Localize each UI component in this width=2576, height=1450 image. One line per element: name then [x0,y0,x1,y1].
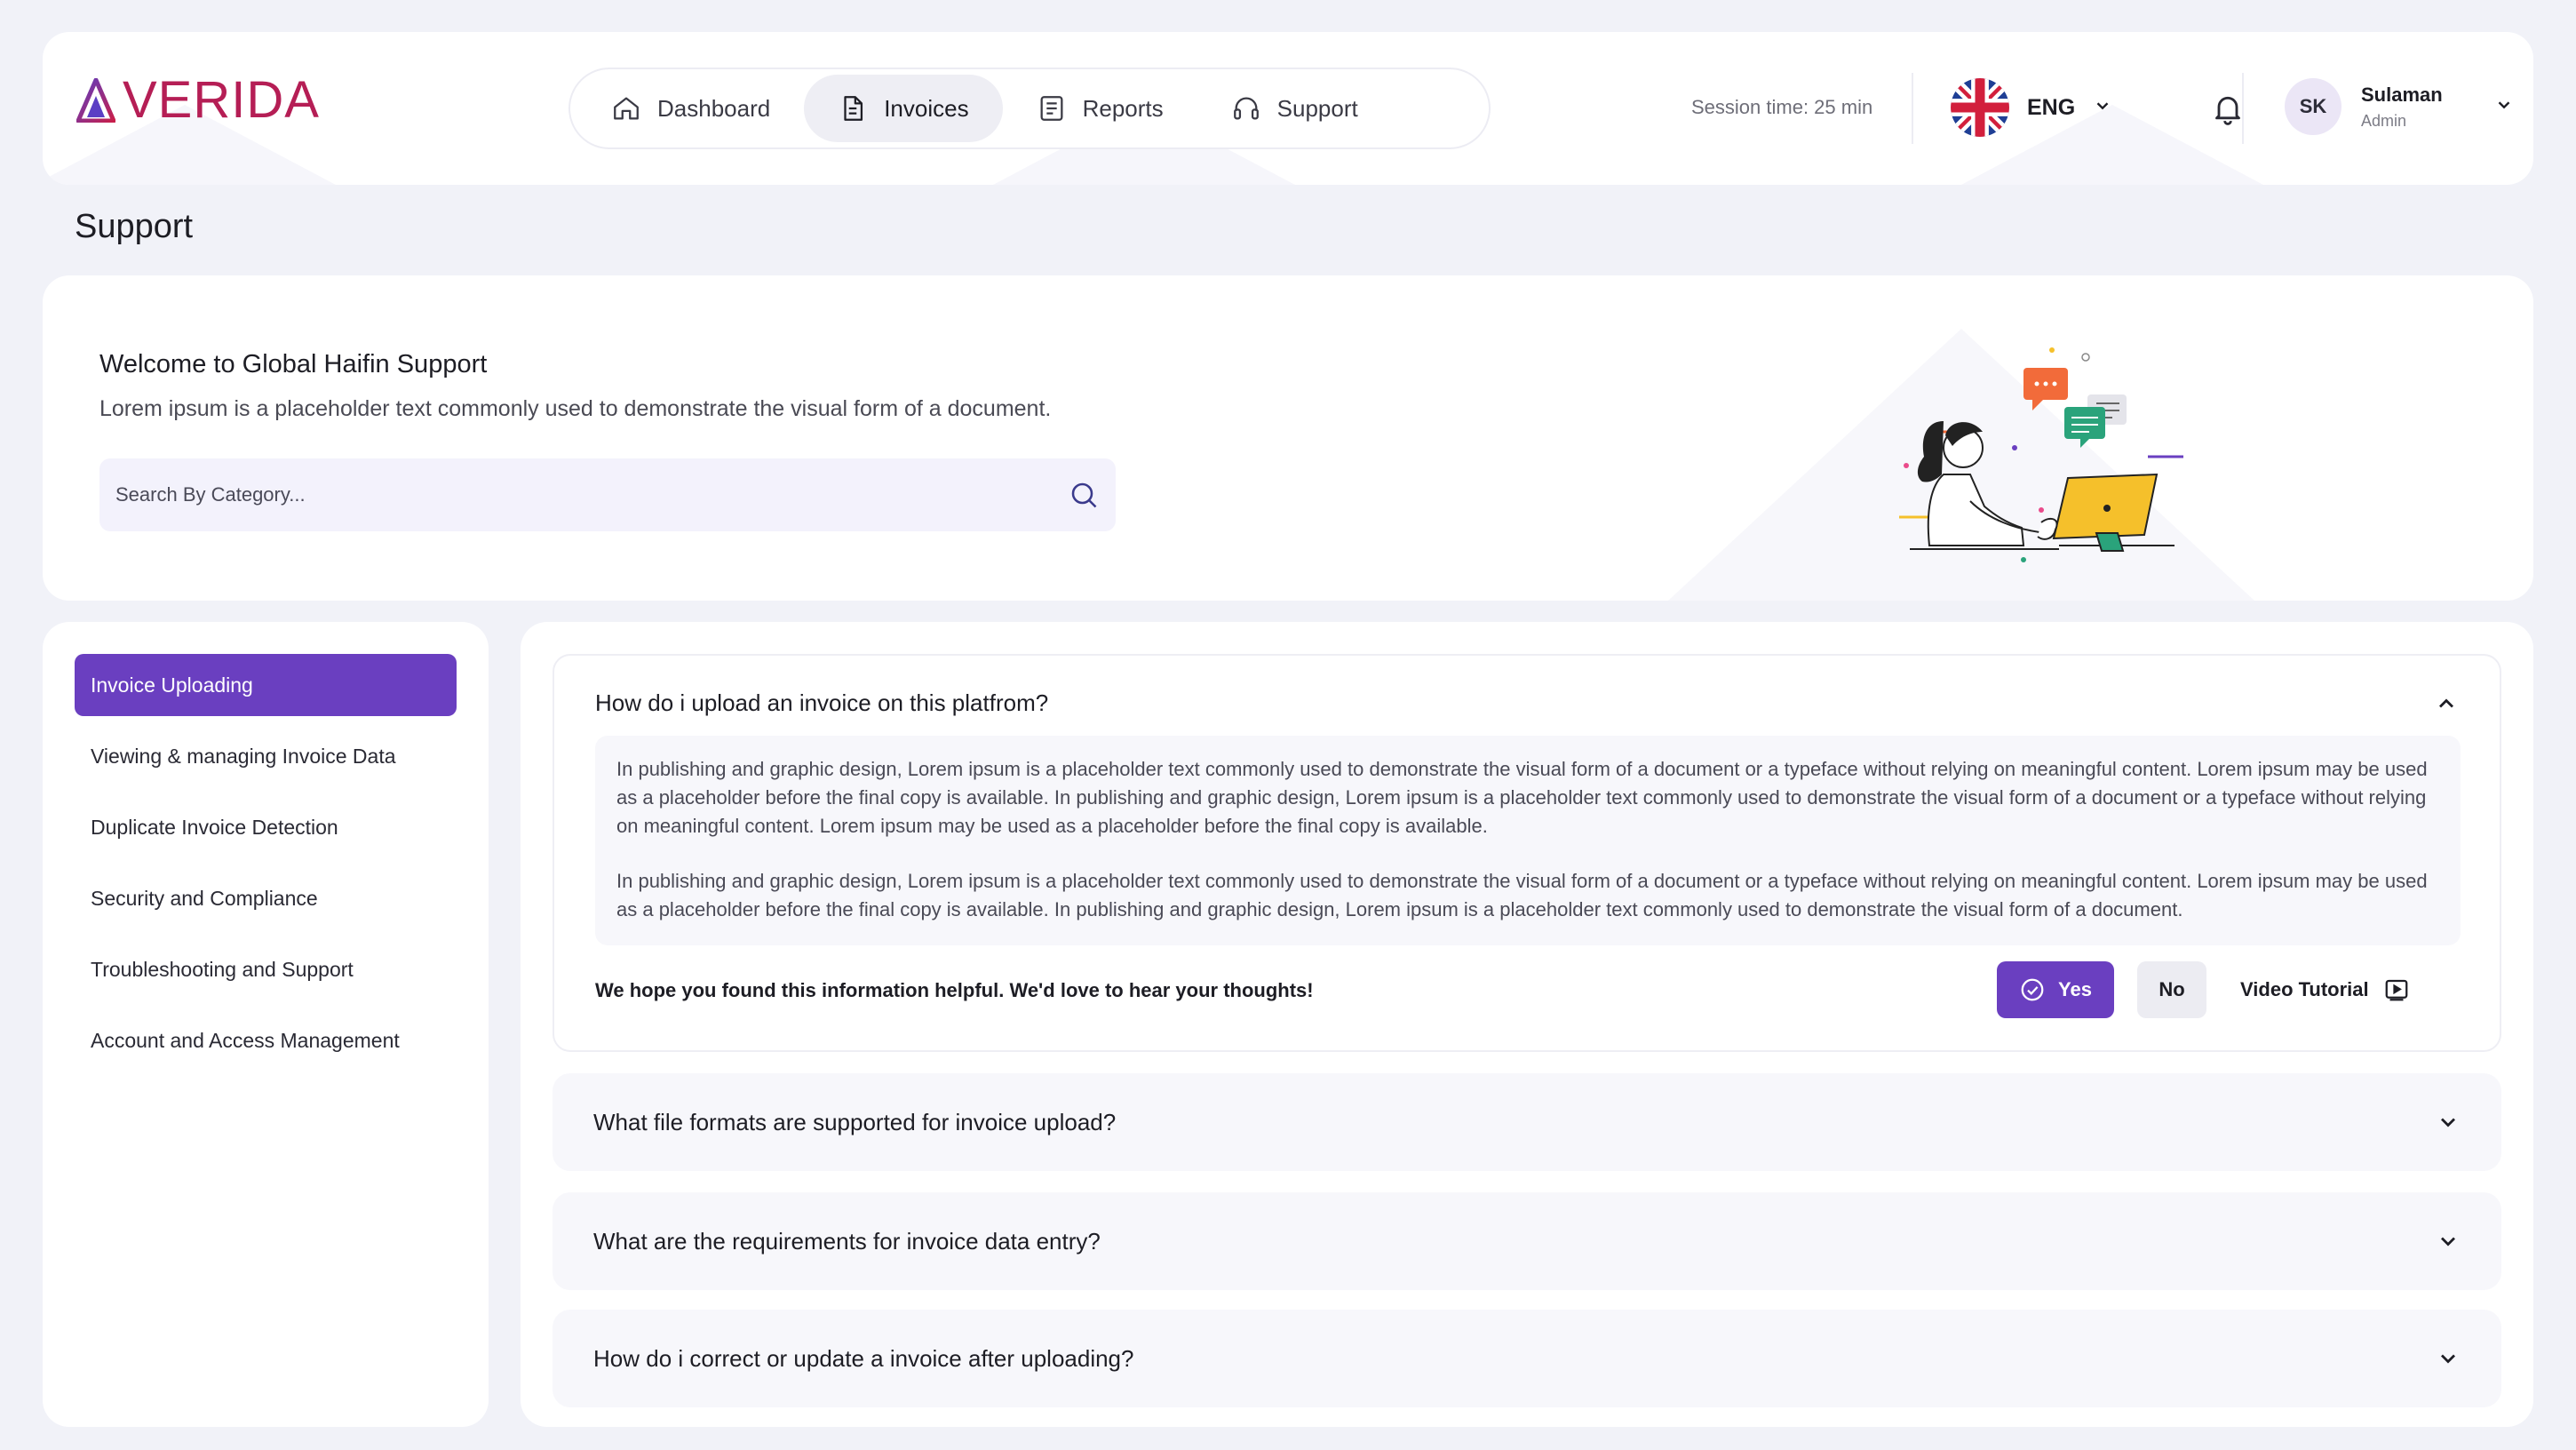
chevron-down-icon[interactable] [2436,1110,2461,1135]
answer-paragraph: In publishing and graphic design, Lorem … [616,870,2428,920]
brand-name: VERIDA [123,71,320,129]
uk-flag-icon [1951,78,2009,137]
sidebar-item-viewing-managing-invoice-data[interactable]: Viewing & managing Invoice Data [75,725,457,787]
divider [1912,73,1913,144]
page-title: Support [75,208,194,245]
faq-item-collapsed[interactable]: How do i correct or update a invoice aft… [553,1310,2501,1407]
user-role: Admin [2361,111,2407,130]
welcome-subtitle: Lorem ipsum is a placeholder text common… [99,396,1052,421]
faq-answer: In publishing and graphic design, Lorem … [595,736,2461,945]
faq-item-collapsed[interactable]: What file formats are supported for invo… [553,1073,2501,1171]
session-time: Session time: 25 min [1691,96,1873,118]
faq-panel: How do i upload an invoice on this platf… [521,622,2533,1427]
document-icon [844,96,863,121]
search-box [99,458,1116,531]
chevron-down-icon[interactable] [2436,1229,2461,1254]
user-menu[interactable]: SK Sulaman Admin [2285,78,2514,135]
video-tutorial-label: Video Tutorial [2240,978,2369,1000]
feedback-prompt: We hope you found this information helpf… [595,979,1314,1001]
sidebar-item-duplicate-invoice-detection[interactable]: Duplicate Invoice Detection [75,796,457,858]
logo-mark-icon [76,78,115,123]
faq-item-expanded: How do i upload an invoice on this platf… [553,654,2501,1052]
faq-question[interactable]: How do i correct or update a invoice aft… [593,1345,1133,1373]
home-icon [614,97,639,120]
language-label: ENG [2027,94,2076,120]
brand-logo[interactable]: VERIDA [76,75,320,126]
nav-label: Reports [1082,94,1164,122]
search-icon[interactable] [1068,479,1100,511]
chevron-down-icon [2494,95,2514,119]
sidebar-item-invoice-uploading[interactable]: Invoice Uploading [75,654,457,716]
top-bar: VERIDA Dashboard Invoices Reports Suppor… [43,32,2533,185]
no-button[interactable]: No [2137,961,2206,1018]
faq-question[interactable]: What file formats are supported for invo… [593,1109,1116,1136]
language-selector[interactable]: ENG [1951,78,2112,137]
welcome-card: Welcome to Global Haifin Support Lorem i… [43,275,2533,601]
nav-label: Dashboard [657,94,771,122]
sidebar-item-security-compliance[interactable]: Security and Compliance [75,867,457,929]
faq-question[interactable]: What are the requirements for invoice da… [593,1228,1101,1255]
faq-item-collapsed[interactable]: What are the requirements for invoice da… [553,1192,2501,1290]
nav-item-support[interactable]: Support [1197,75,1392,142]
answer-paragraph: In publishing and graphic design, Lorem … [616,758,2428,837]
nav-item-invoices[interactable]: Invoices [804,75,1003,142]
headset-icon [1233,97,1259,120]
report-icon [1040,96,1063,121]
video-tutorial-button[interactable]: Video Tutorial [2240,961,2410,1018]
divider [2242,73,2244,144]
nav-item-reports[interactable]: Reports [1003,75,1197,142]
nav-item-dashboard[interactable]: Dashboard [577,75,804,142]
yes-label: Yes [2058,978,2092,1000]
check-circle-icon [2021,978,2044,1001]
user-info: Sulaman Admin [2361,84,2443,131]
nav-label: Support [1276,94,1358,122]
chevron-down-icon[interactable] [2436,1346,2461,1371]
faq-question[interactable]: How do i upload an invoice on this platf… [595,689,1048,717]
main-nav: Dashboard Invoices Reports Support [568,68,1491,149]
welcome-title: Welcome to Global Haifin Support [99,350,488,378]
sidebar-item-account-access-management[interactable]: Account and Access Management [75,1009,457,1072]
category-sidebar: Invoice Uploading Viewing & managing Inv… [43,622,489,1427]
nav-label: Invoices [884,94,969,122]
chevron-down-icon [2093,96,2112,120]
chevron-up-icon[interactable] [2434,691,2459,716]
yes-button[interactable]: Yes [1997,961,2114,1018]
support-illustration [1899,347,2183,562]
video-play-icon [2385,979,2408,1001]
user-name: Sulaman [2361,83,2443,106]
search-input[interactable] [115,483,1068,506]
bell-icon[interactable] [2210,91,2246,126]
avatar: SK [2285,78,2341,135]
sidebar-item-troubleshooting-support[interactable]: Troubleshooting and Support [75,938,457,1000]
